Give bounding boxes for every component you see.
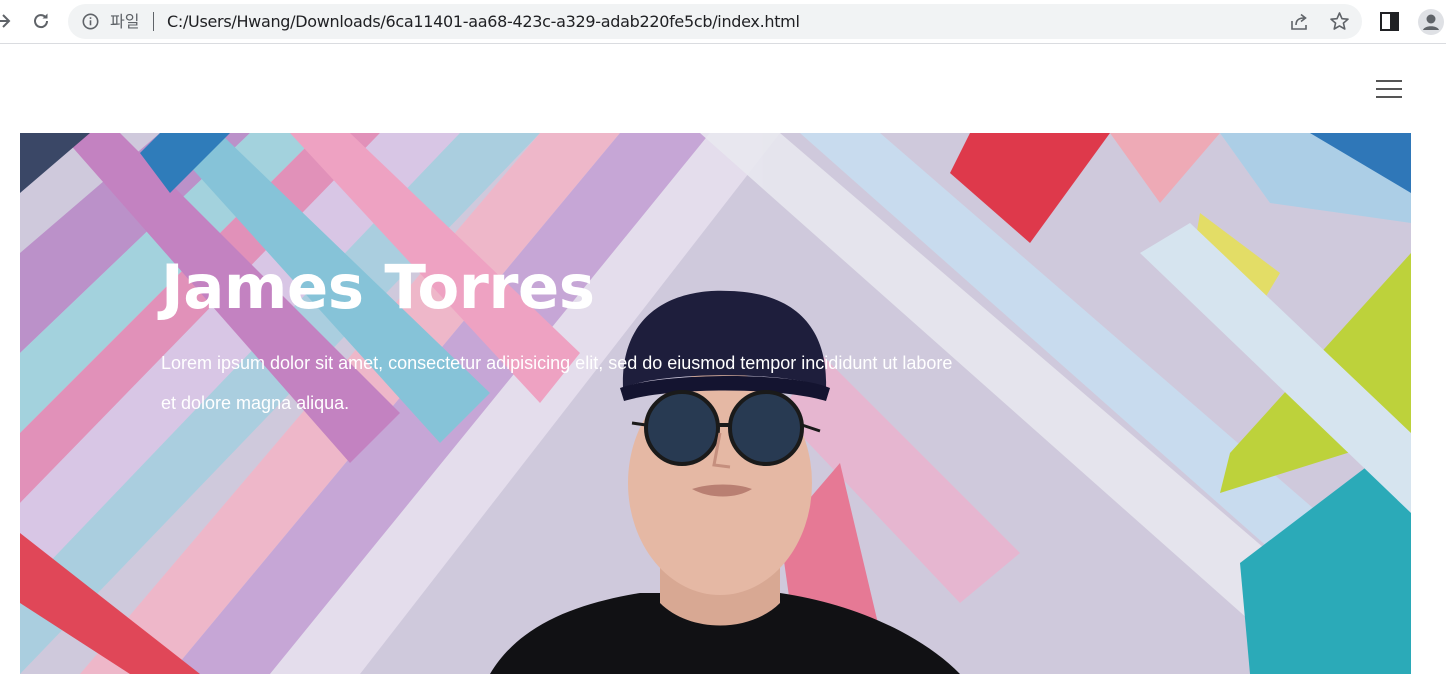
hero-section: James Torres Lorem ipsum dolor sit amet,… xyxy=(20,133,1411,674)
url-text[interactable]: C:/Users/Hwang/Downloads/6ca11401-aa68-4… xyxy=(167,12,800,31)
side-panel-icon[interactable] xyxy=(1380,12,1399,31)
address-separator xyxy=(153,12,154,31)
hero-description: Lorem ipsum dolor sit amet, consectetur … xyxy=(161,353,953,413)
browser-toolbar: 파일 C:/Users/Hwang/Downloads/6ca11401-aa6… xyxy=(0,0,1446,44)
info-icon[interactable] xyxy=(82,13,99,30)
forward-arrow-icon[interactable] xyxy=(0,12,12,30)
address-bar[interactable]: 파일 C:/Users/Hwang/Downloads/6ca11401-aa6… xyxy=(68,4,1362,39)
hamburger-menu-icon[interactable] xyxy=(1374,78,1404,100)
hero-title: James Torres xyxy=(161,252,595,323)
profile-icon[interactable] xyxy=(1418,9,1444,35)
share-icon[interactable] xyxy=(1289,12,1309,32)
file-scheme-label: 파일 xyxy=(110,12,140,31)
reload-icon[interactable] xyxy=(31,11,51,31)
bookmark-star-icon[interactable] xyxy=(1329,11,1350,32)
